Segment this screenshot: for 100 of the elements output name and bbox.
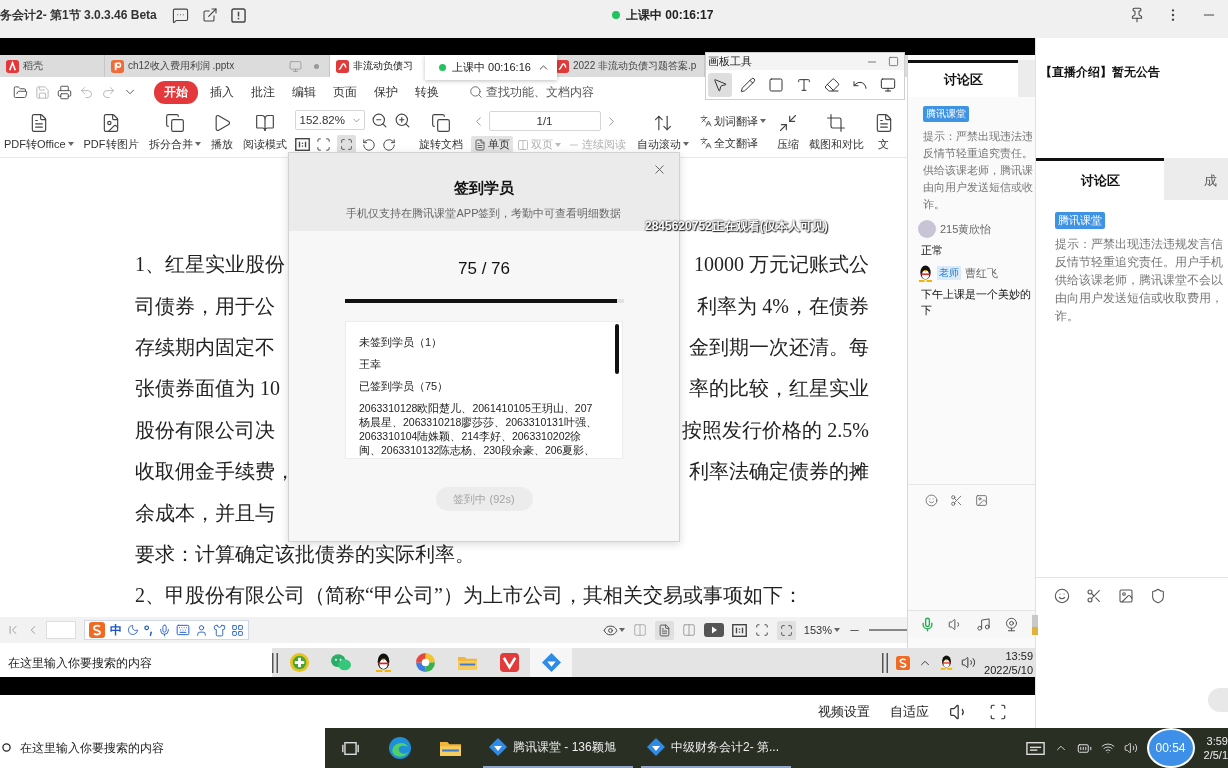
- alert-icon[interactable]: [230, 7, 246, 23]
- diamond-logo-icon[interactable]: [489, 738, 507, 756]
- ribbon-tab[interactable]: 转换: [410, 80, 444, 104]
- fullscreen-icon[interactable]: [989, 702, 1007, 721]
- microphone-icon[interactable]: [920, 617, 935, 632]
- camera-icon[interactable]: [1004, 617, 1019, 632]
- folder-icon[interactable]: [439, 739, 461, 757]
- toolbar-button[interactable]: PDF转Office: [2, 107, 76, 157]
- toolbar-button[interactable]: 阅读模式: [240, 107, 289, 157]
- moon-icon[interactable]: [127, 624, 139, 636]
- taskbar-search-field[interactable]: 在这里输入你要搜索的内容: [0, 728, 325, 768]
- fit-width-icon[interactable]: [315, 137, 331, 152]
- close-icon[interactable]: [652, 162, 667, 177]
- ime-mode[interactable]: 中: [110, 621, 122, 639]
- speaker-icon[interactable]: [1123, 741, 1138, 755]
- scrollbar-thumb[interactable]: [615, 324, 619, 374]
- caret-icon[interactable]: [67, 142, 74, 146]
- compress-icon[interactable]: [777, 112, 798, 133]
- toolbar-button[interactable]: 压缩: [774, 107, 801, 157]
- scissors-icon[interactable]: [950, 493, 963, 507]
- clock-time[interactable]: 13:59: [1005, 648, 1033, 663]
- page-number-field[interactable]: [46, 621, 76, 639]
- taskbar-app-button[interactable]: 腾讯课堂 - 136颖旭: [483, 728, 633, 768]
- diamond-logo-icon[interactable]: [647, 738, 665, 756]
- ribbon-tab[interactable]: 插入: [205, 80, 239, 104]
- ime-logo-icon[interactable]: [896, 655, 911, 670]
- zoom-out-icon[interactable]: [370, 111, 388, 129]
- class-status-popup[interactable]: 上课中 00:16:16: [425, 55, 557, 80]
- window-icon[interactable]: [1025, 741, 1045, 755]
- rotate-right-icon[interactable]: [381, 137, 396, 152]
- page-field[interactable]: 1/1: [488, 111, 601, 131]
- clock-date[interactable]: 2/5/1: [1203, 748, 1228, 762]
- maximize-icon[interactable]: [888, 56, 899, 67]
- speaker-icon[interactable]: [961, 655, 977, 670]
- rotate-left-icon[interactable]: [361, 137, 376, 152]
- taskbar-search-field[interactable]: 在这里输入你要搜索的内容: [0, 648, 272, 677]
- video-control-button[interactable]: 自适应: [890, 702, 929, 721]
- actual-size-icon[interactable]: [294, 138, 310, 151]
- ribbon-tab[interactable]: 批注: [246, 80, 280, 104]
- penguin-icon[interactable]: [940, 655, 954, 670]
- zoom-level[interactable]: 153%: [803, 624, 832, 636]
- grip-icon[interactable]: [882, 652, 889, 673]
- ribbon-tab[interactable]: 编辑: [287, 80, 321, 104]
- close-dot-icon[interactable]: [314, 63, 319, 69]
- wifi-icon[interactable]: [1100, 741, 1115, 755]
- translate-button[interactable]: 全文翻译: [696, 134, 769, 152]
- zoom-in-icon[interactable]: [393, 111, 411, 129]
- image-icon[interactable]: [975, 493, 988, 507]
- rotate-pages-icon[interactable]: [430, 112, 451, 133]
- toolbar-button[interactable]: 自动滚动: [634, 107, 691, 157]
- grip-icon[interactable]: [272, 652, 278, 673]
- shirt-icon[interactable]: [213, 623, 226, 637]
- caret-icon[interactable]: [759, 119, 766, 123]
- image-icon[interactable]: [1118, 588, 1134, 604]
- panel-tab[interactable]: 讨论区: [1036, 158, 1164, 200]
- print-icon[interactable]: [57, 84, 72, 100]
- single-page-icon[interactable]: [473, 138, 486, 151]
- chat-tab[interactable]: 讨论区: [908, 60, 1018, 97]
- toolbar-button[interactable]: 播放: [208, 107, 235, 157]
- plus-badge-icon[interactable]: [289, 653, 309, 672]
- toolbar-button[interactable]: 拆分合并: [146, 107, 203, 157]
- punctuation-icon[interactable]: [144, 624, 153, 636]
- fit-width-icon[interactable]: [754, 623, 769, 637]
- ribbon-tab[interactable]: 保护: [369, 80, 403, 104]
- task-view-icon[interactable]: [341, 741, 359, 755]
- grid-icon[interactable]: [231, 623, 244, 637]
- zoom-field[interactable]: 152.82%: [294, 110, 365, 130]
- caret-icon[interactable]: [194, 142, 201, 146]
- actual-size-icon[interactable]: [731, 623, 747, 637]
- translate-icon[interactable]: [699, 115, 712, 127]
- toolbar-button[interactable]: 旋转文档: [416, 107, 465, 157]
- open-folder-icon[interactable]: [13, 84, 28, 100]
- keyboard-icon[interactable]: [176, 623, 190, 637]
- translate-icon[interactable]: [699, 137, 712, 149]
- taskbar-app-button[interactable]: 中级财务会计2- 第...: [641, 728, 791, 768]
- toolbar-button[interactable]: 截图和对比: [806, 107, 866, 157]
- clock-date[interactable]: 2022/5/10: [984, 662, 1033, 677]
- play-icon[interactable]: [703, 623, 724, 637]
- caret-icon[interactable]: [618, 628, 625, 632]
- emoji-icon[interactable]: [1054, 588, 1070, 604]
- toolbar-button[interactable]: 文: [871, 107, 896, 157]
- translate-button[interactable]: 划词翻译: [696, 112, 769, 130]
- ime-toolbar[interactable]: 中: [84, 620, 249, 640]
- pin-icon[interactable]: [1129, 7, 1145, 23]
- browser-swirl-icon[interactable]: [389, 737, 411, 759]
- clock-time[interactable]: 3:59: [1206, 734, 1228, 748]
- color-wheel-icon[interactable]: [415, 653, 435, 672]
- search-icon[interactable]: [469, 85, 483, 99]
- app-logo-icon[interactable]: [499, 653, 519, 672]
- caret-icon[interactable]: [834, 628, 840, 632]
- ime-logo-icon[interactable]: [89, 622, 105, 638]
- book-icon[interactable]: [254, 112, 275, 133]
- chat-icon[interactable]: [171, 6, 189, 24]
- toolbar-button[interactable]: PDF转图片: [81, 107, 141, 157]
- penguin-icon[interactable]: [374, 652, 392, 673]
- scissors-icon[interactable]: [1086, 588, 1102, 604]
- eye-icon[interactable]: [602, 622, 618, 638]
- video-control-button[interactable]: 视频设置: [818, 702, 870, 721]
- ribbon-tab[interactable]: 页面: [328, 80, 362, 104]
- shield-icon[interactable]: [1150, 588, 1166, 604]
